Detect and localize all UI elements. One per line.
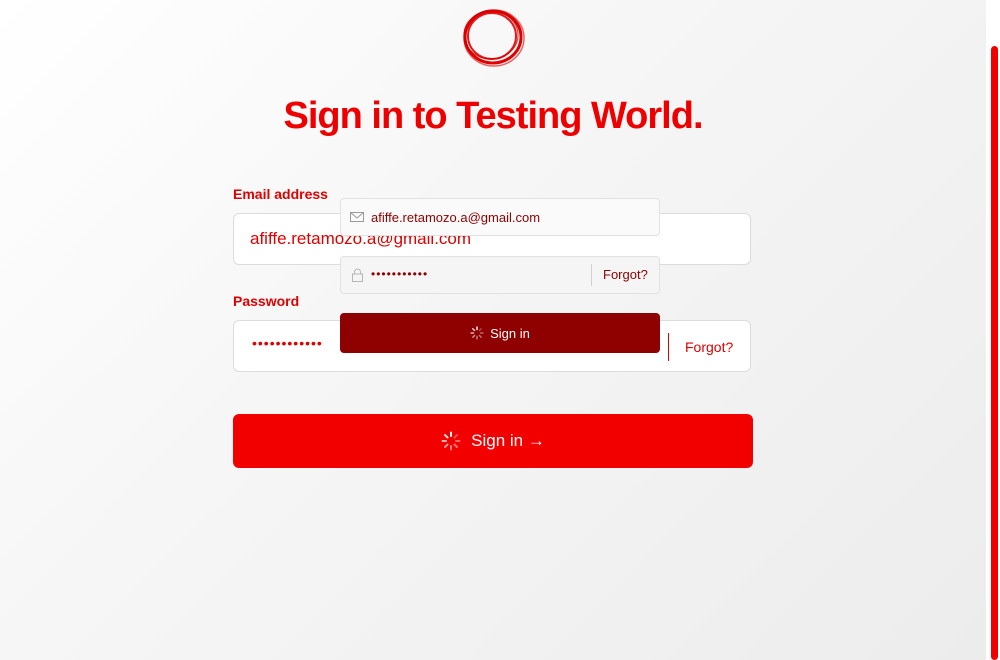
password-field-value: ••••••••••••	[252, 335, 323, 351]
lock-icon	[352, 268, 363, 282]
scrollbar-thumb[interactable]	[991, 46, 998, 660]
overlay-sign-in-button[interactable]: Sign in	[340, 313, 660, 353]
overlay-password-value: •••••••••••	[371, 267, 429, 281]
spinner-icon	[441, 431, 461, 451]
forgot-password-link[interactable]: Forgot?	[685, 339, 733, 355]
overlay-sign-in-label: Sign in	[490, 325, 530, 341]
spinner-icon	[470, 326, 484, 340]
sign-in-button[interactable]: Sign in →	[233, 414, 753, 468]
email-label: Email address	[233, 186, 328, 202]
overlay-password-divider	[591, 264, 592, 286]
overlay-email-field[interactable]: afiffe.retamozo.a@gmail.com	[340, 198, 660, 236]
overlay-password-field[interactable]: ••••••••••• Forgot?	[340, 256, 660, 294]
overlay-forgot-link[interactable]: Forgot?	[603, 267, 648, 282]
scrollbar-track[interactable]	[986, 0, 1000, 660]
page-title: Sign in to Testing World.	[283, 95, 704, 137]
mail-icon	[350, 212, 364, 222]
ring-logo-icon	[463, 9, 525, 67]
sign-in-button-label: Sign in →	[471, 431, 545, 450]
password-label: Password	[233, 293, 300, 309]
overlay-email-value: afiffe.retamozo.a@gmail.com	[371, 210, 541, 225]
password-divider	[668, 333, 669, 361]
